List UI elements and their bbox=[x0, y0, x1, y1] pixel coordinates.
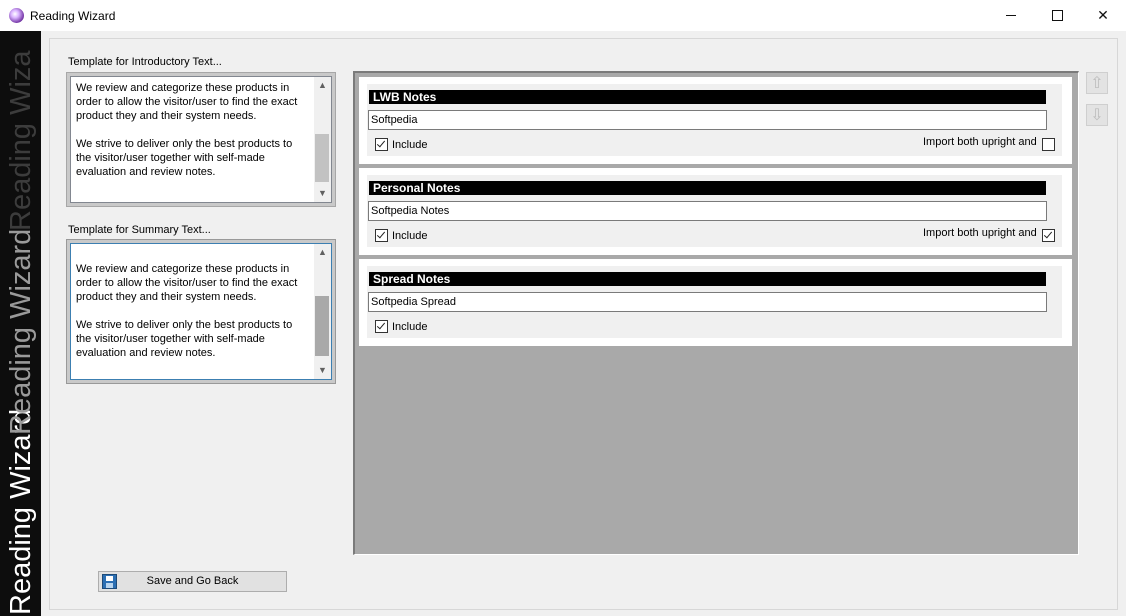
section-title: Personal Notes bbox=[369, 181, 1046, 195]
summary-template-textarea[interactable]: We review and categorize these products … bbox=[70, 243, 332, 380]
include-label: Include bbox=[392, 139, 428, 151]
sections-list: LWB Notes Softpedia Include Import both … bbox=[353, 71, 1079, 555]
close-button[interactable]: ✕ bbox=[1080, 0, 1126, 31]
intro-template-frame: We review and categorize these products … bbox=[66, 72, 336, 207]
import-checkbox[interactable] bbox=[1042, 138, 1055, 151]
intro-template-text: We review and categorize these products … bbox=[76, 82, 298, 178]
intro-template-label: Template for Introductory Text... bbox=[68, 56, 222, 68]
section-card-lwb: LWB Notes Softpedia Include Import both … bbox=[359, 77, 1072, 164]
include-checkbox[interactable] bbox=[375, 229, 388, 242]
include-label: Include bbox=[392, 230, 428, 242]
summary-scrollbar[interactable]: ▲ ▼ bbox=[314, 244, 331, 379]
minimize-button[interactable] bbox=[988, 0, 1034, 31]
section-name-input[interactable]: Softpedia bbox=[368, 110, 1047, 130]
sidebar-label-tertiary: Reading Wiza bbox=[5, 50, 37, 231]
save-and-go-back-button[interactable]: Save and Go Back bbox=[98, 571, 287, 592]
app-icon bbox=[9, 8, 24, 23]
intro-scrollbar[interactable]: ▲ ▼ bbox=[314, 77, 331, 202]
summary-template-text: We review and categorize these products … bbox=[76, 263, 298, 359]
move-up-button[interactable]: ⇧ bbox=[1086, 72, 1108, 94]
arrow-down-icon: ⇩ bbox=[1090, 107, 1104, 124]
window-title: Reading Wizard bbox=[30, 9, 116, 23]
section-name-input[interactable]: Softpedia Notes bbox=[368, 201, 1047, 221]
include-checkbox[interactable] bbox=[375, 320, 388, 333]
summary-template-frame: We review and categorize these products … bbox=[66, 239, 336, 384]
title-bar: Reading Wizard ✕ bbox=[0, 0, 1126, 31]
section-card-personal: Personal Notes Softpedia Notes Include I… bbox=[359, 168, 1072, 255]
intro-template-textarea[interactable]: We review and categorize these products … bbox=[70, 76, 332, 203]
move-down-button[interactable]: ⇩ bbox=[1086, 104, 1108, 126]
maximize-button[interactable] bbox=[1034, 0, 1080, 31]
sidebar-banner: Reading Wizard Reading Wizard Reading Wi… bbox=[0, 31, 41, 616]
scroll-up-icon[interactable]: ▲ bbox=[314, 77, 331, 94]
summary-template-label: Template for Summary Text... bbox=[68, 224, 211, 236]
section-card-spread: Spread Notes Softpedia Spread Include bbox=[359, 259, 1072, 346]
section-title: LWB Notes bbox=[369, 90, 1046, 104]
import-label: Import both upright and bbox=[923, 136, 1037, 148]
import-checkbox[interactable] bbox=[1042, 229, 1055, 242]
arrow-up-icon: ⇧ bbox=[1090, 75, 1104, 92]
scroll-down-icon[interactable]: ▼ bbox=[314, 185, 331, 202]
include-checkbox[interactable] bbox=[375, 138, 388, 151]
sidebar-label-primary: Reading Wizard bbox=[5, 408, 37, 615]
sidebar-label-secondary: Reading Wizard bbox=[5, 228, 37, 435]
include-label: Include bbox=[392, 321, 428, 333]
scroll-up-icon[interactable]: ▲ bbox=[314, 244, 331, 261]
section-name-input[interactable]: Softpedia Spread bbox=[368, 292, 1047, 312]
scroll-down-icon[interactable]: ▼ bbox=[314, 362, 331, 379]
section-title: Spread Notes bbox=[369, 272, 1046, 286]
summary-scroll-thumb[interactable] bbox=[315, 296, 329, 356]
import-label: Import both upright and bbox=[923, 227, 1037, 239]
save-button-label: Save and Go Back bbox=[146, 575, 239, 587]
intro-scroll-thumb[interactable] bbox=[315, 134, 329, 182]
